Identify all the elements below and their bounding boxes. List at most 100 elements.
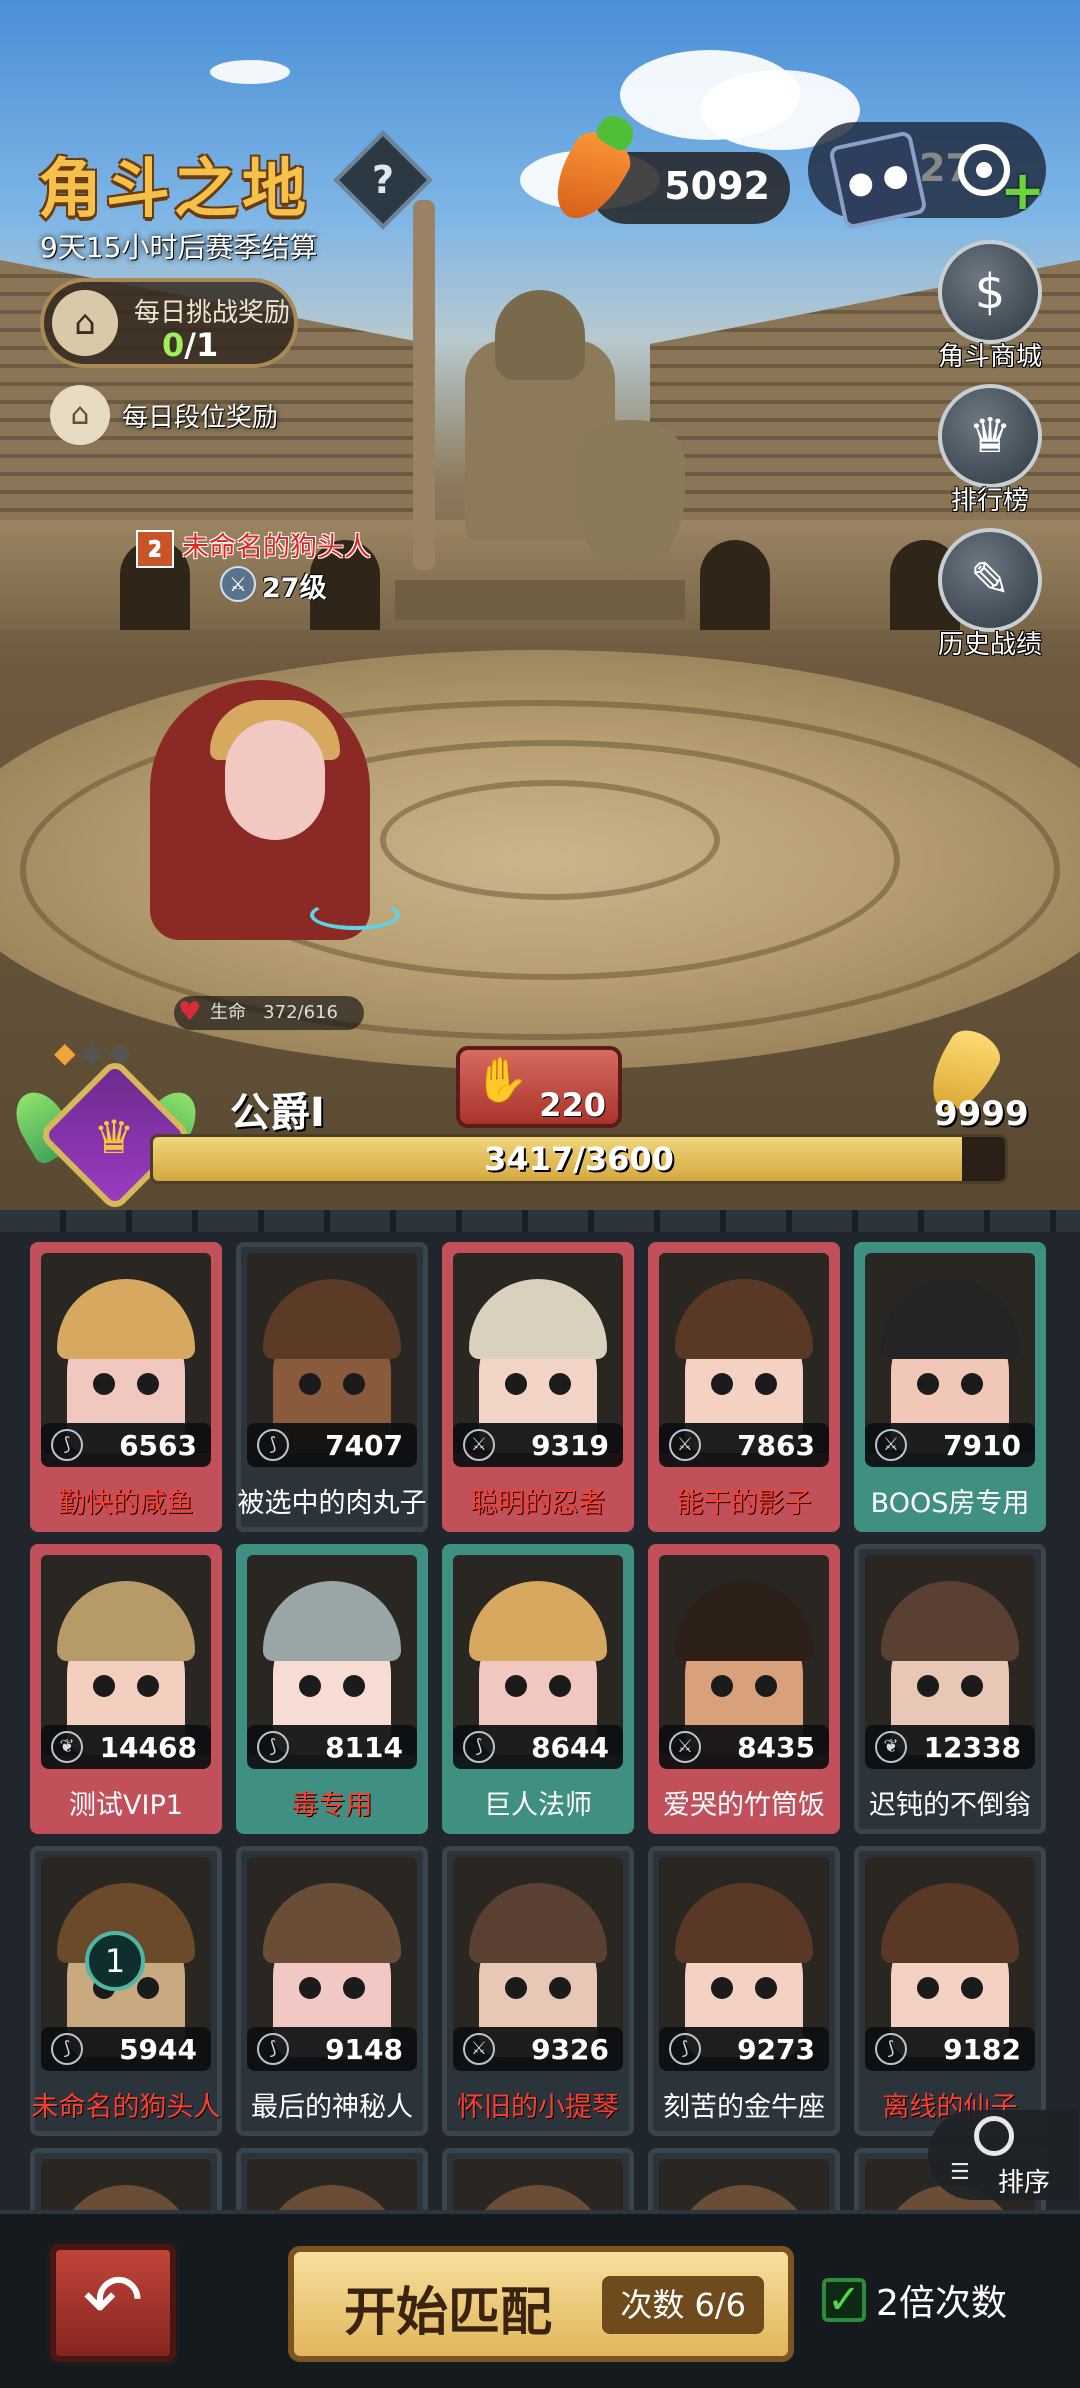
hero-name: 刻苦的金牛座 [663,2092,825,2123]
hero-power-value: 7407 [325,1429,403,1462]
hero-power-value: 9148 [325,2033,403,2066]
shop-button[interactable]: $ 角斗商城 [935,240,1045,373]
heart-icon: ♥ [178,997,202,1027]
daily-rank-reward[interactable]: ⌂ 每日段位奖励 [50,385,278,445]
hero-power: ⟆ 8114 [247,1725,417,1769]
hero-power: ⟆ 7407 [247,1423,417,1467]
hero-name: 爱哭的竹筒饭 [663,1790,825,1821]
hero-card[interactable]: ⟆ 8644 巨人法师 [442,1544,634,1834]
hero-power-value: 5944 [119,2033,197,2066]
hero-power: ⚔ 7910 [865,1423,1035,1467]
match-count: 次数 6/6 [602,2276,764,2334]
hero-portrait [659,2159,829,2210]
cloud [210,60,290,84]
leaderboard-label: 排行榜 [950,486,1029,516]
claw-icon: ⟆ [669,2033,701,2065]
add-ticket-button[interactable]: + [1000,164,1045,218]
floor-ring [380,780,720,900]
hero-power: ⚔ 7863 [659,1423,829,1467]
hero-name: 毒专用 [291,1790,373,1821]
sort-button[interactable]: ☰ 排序 [928,2110,1078,2200]
hero-power-value: 8644 [531,1731,609,1764]
daily-challenge-reward[interactable]: ⌂ 每日挑战奖励 0/1 [40,278,298,368]
daily-rank-reward-label: 每日段位奖励 [122,402,279,433]
hero-name: 聪明的忍者 [470,1488,606,1519]
double-count-toggle[interactable]: ✓ 2倍次数 [822,2274,1007,2326]
hero-power-value: 8114 [325,1731,403,1764]
hero-card[interactable]: ⚔ 8435 爱哭的竹筒饭 [648,1544,840,1834]
score-badge: ✋ 220 [456,1046,622,1128]
hero-power-value: 9273 [737,2033,815,2066]
hero-power-value: 14468 [99,1731,197,1764]
hero-name: 勤快的咸鱼 [58,1488,194,1519]
hero-power-value: 8435 [737,1731,815,1764]
question-icon: ? [371,158,395,202]
selected-badge: 1 [85,1931,145,1991]
history-label: 历史战绩 [937,630,1042,660]
hero-power: ⟆ 9148 [247,2027,417,2071]
hero-card-partial[interactable] [236,2148,428,2210]
trophy-icon: ♛ [938,384,1042,488]
start-match-button[interactable]: 开始匹配 次数 6/6 [288,2246,794,2362]
ticket-icon: ● ● [828,130,928,230]
rank-stars: ◆◆◆ [54,1036,137,1069]
claw-icon: ⟆ [257,1731,289,1763]
hero-power-value: 6563 [119,1429,197,1462]
hero-name: BOOS房专用 [870,1488,1030,1519]
hero-card[interactable]: ⚔ 9319 聪明的忍者 [442,1242,634,1532]
sword-icon: ⚔ [875,1429,907,1461]
hero-name: 巨人法师 [484,1790,592,1821]
hero-power: ⟆ 9182 [865,2027,1035,2071]
hero-card[interactable]: ❦ 14468 测试VIP1 [30,1544,222,1834]
hero-power: ⟆ 9273 [659,2027,829,2071]
hero-card[interactable]: ❦ 12338 迟钝的不倒翁 [854,1544,1046,1834]
hero-card-partial[interactable] [30,2148,222,2210]
rank-name: 公爵I [230,1090,325,1136]
sword-icon: ⚔ [669,1731,701,1763]
hero-power: ⟆ 6563 [41,1423,211,1467]
rank-progress-bar: 3417/3600 [150,1134,1008,1184]
carrot-value: 5092 [664,164,770,208]
start-match-label: 开始匹配 [344,2283,553,2343]
hero-card[interactable]: ⚔ 7863 能干的影子 [648,1242,840,1532]
hero-name: 被选中的肉丸子 [237,1488,427,1519]
hero-power-value: 9182 [943,2033,1021,2066]
leaderboard-button[interactable]: ♛ 排行榜 [935,384,1045,517]
daily-challenge-count: 0/1 [162,326,219,364]
hero-card[interactable]: ⟆ 9148 最后的神秘人 [236,1846,428,2136]
hero-card[interactable]: ⟆ 9182 离线的仙子 [854,1846,1046,2136]
hero-card-partial[interactable] [648,2148,840,2210]
claw-icon: ⟆ [875,2033,907,2065]
hero-roster: ⟆ 6563 勤快的咸鱼 ⟆ 7407 被选中的肉丸子 ⚔ 9319 聪明的忍者 ⚔ 7863 能干的… [0,1210,1080,2210]
money-bag-icon: $ [938,240,1042,344]
hero-card[interactable]: ⟆ 8114 毒专用 [236,1544,428,1834]
hero-card[interactable]: ⟆ 6563 勤快的咸鱼 [30,1242,222,1532]
claw-icon: ⟆ [463,1731,495,1763]
opponent-name: 2 未命名的狗头人 [136,525,371,568]
chest-icon: ⌂ [50,385,110,445]
hero-card[interactable]: ⟆ 9273 刻苦的金牛座 [648,1846,840,2136]
list-icon: ☰ [950,2160,970,2185]
checkbox-checked-icon[interactable]: ✓ [822,2278,866,2322]
sword-icon: ⚔ [669,1429,701,1461]
season-countdown: 9天15小时后赛季结算 [40,231,318,264]
treasure-chest-icon: ⌂ [52,290,118,356]
hero-portrait [453,2159,623,2210]
hero-power-value: 9326 [531,2033,609,2066]
hero-card[interactable]: ⚔ 7910 BOOS房专用 [854,1242,1046,1532]
back-button[interactable]: ↶ [50,2244,176,2362]
hero-card-partial[interactable] [442,2148,634,2210]
leaf-icon: ❦ [875,1731,907,1763]
handshake-icon: ✋ [474,1055,529,1106]
arch [700,540,770,630]
hero-card[interactable]: ⚔ 9326 怀旧的小提琴 [442,1846,634,2136]
hero-name: 迟钝的不倒翁 [869,1790,1031,1821]
hero-card[interactable]: 1 ⟆ 5944 未命名的狗头人 [30,1846,222,2136]
hero-card[interactable]: ⟆ 7407 被选中的肉丸子 [236,1242,428,1532]
gold-carrot-value: 9999 [934,1094,1029,1134]
claw-icon: ⟆ [51,2033,83,2065]
hero-power: ⚔ 8435 [659,1725,829,1769]
history-button[interactable]: ✎ 历史战绩 [935,528,1045,661]
claw-icon: ⟆ [257,1429,289,1461]
hero-name: 未命名的狗头人 [31,2092,221,2123]
